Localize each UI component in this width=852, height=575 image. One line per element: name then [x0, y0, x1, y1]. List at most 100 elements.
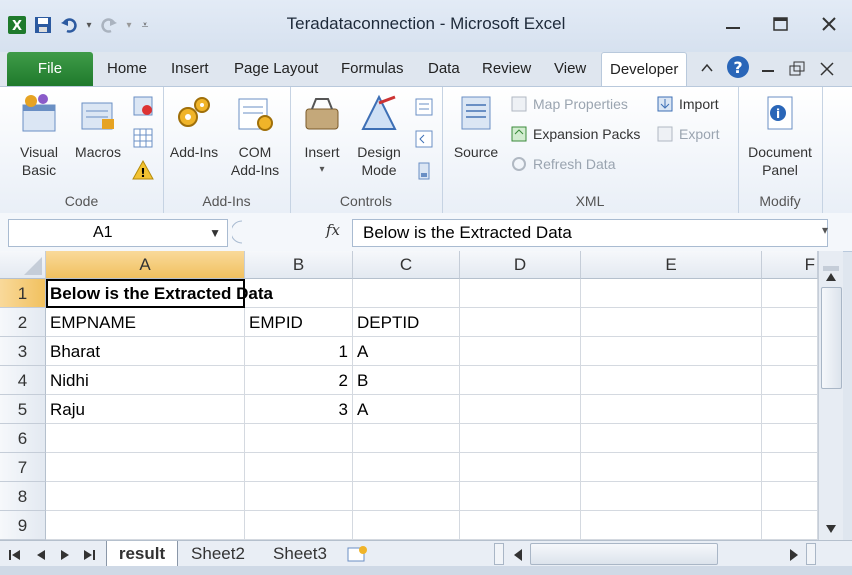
chevron-down-icon[interactable]: ▼: [209, 220, 221, 246]
grid-cell[interactable]: [46, 511, 245, 540]
sheet-tab-result[interactable]: result: [106, 541, 178, 566]
formula-bar-resize-handle[interactable]: [230, 219, 246, 249]
row-header-3[interactable]: 3: [0, 337, 46, 366]
expansion-packs-button[interactable]: Expansion Packs: [510, 125, 640, 143]
grid-cell[interactable]: [460, 482, 581, 511]
visual-basic-button[interactable]: Visual Basic: [10, 93, 68, 179]
grid-cell[interactable]: [762, 395, 818, 424]
cell-b3[interactable]: 1: [245, 337, 353, 366]
sheet-tab-sheet2[interactable]: Sheet2: [180, 541, 256, 566]
close-icon[interactable]: [816, 12, 842, 36]
row-header-9[interactable]: 9: [0, 511, 46, 540]
insert-worksheet-icon[interactable]: [344, 544, 370, 568]
row-header-8[interactable]: 8: [0, 482, 46, 511]
grid-cell[interactable]: [762, 337, 818, 366]
macro-security-icon[interactable]: !: [132, 159, 154, 185]
cell-a2[interactable]: EMPNAME: [46, 308, 245, 337]
chevron-down-icon[interactable]: [825, 519, 837, 538]
vertical-scrollbar[interactable]: [818, 251, 843, 540]
formula-input[interactable]: Below is the Extracted Data: [352, 219, 828, 247]
grid-cell[interactable]: [353, 482, 460, 511]
grid-cell[interactable]: [245, 482, 353, 511]
tab-formulas[interactable]: Formulas: [341, 52, 404, 86]
grid-cell[interactable]: [46, 482, 245, 511]
document-panel-button[interactable]: i Document Panel: [740, 93, 820, 179]
tab-data[interactable]: Data: [428, 52, 460, 86]
grid-cell[interactable]: [353, 511, 460, 540]
tab-view[interactable]: View: [554, 52, 586, 86]
cell-c3[interactable]: A: [353, 337, 460, 366]
import-button[interactable]: Import: [656, 95, 719, 113]
cell-c4[interactable]: B: [353, 366, 460, 395]
cell-b4[interactable]: 2: [245, 366, 353, 395]
scroll-left-icon[interactable]: [512, 547, 524, 566]
design-mode-button[interactable]: Design Mode: [352, 93, 406, 179]
grid-cell[interactable]: [762, 308, 818, 337]
column-header-a[interactable]: A: [46, 251, 245, 279]
row-header-7[interactable]: 7: [0, 453, 46, 482]
column-header-d[interactable]: D: [460, 251, 581, 279]
grid-cell[interactable]: [581, 308, 762, 337]
source-button[interactable]: Source: [448, 93, 504, 161]
row-header-1[interactable]: 1: [0, 279, 46, 308]
cell-a5[interactable]: Raju: [46, 395, 245, 424]
previous-sheet-icon[interactable]: [34, 547, 48, 566]
grid-cell[interactable]: [460, 337, 581, 366]
select-all-corner[interactable]: [0, 251, 46, 279]
minimize-icon[interactable]: [720, 12, 746, 36]
grid-cell[interactable]: [460, 308, 581, 337]
grid-cell[interactable]: [460, 511, 581, 540]
row-header-5[interactable]: 5: [0, 395, 46, 424]
tab-file[interactable]: File: [7, 52, 93, 86]
cell-c2[interactable]: DEPTID: [353, 308, 460, 337]
grid-cell[interactable]: [460, 424, 581, 453]
grid-cell[interactable]: [762, 366, 818, 395]
grid-cell[interactable]: [581, 395, 762, 424]
first-sheet-icon[interactable]: [8, 547, 22, 566]
scrollbar-thumb[interactable]: [821, 287, 842, 389]
grid-cell[interactable]: [581, 337, 762, 366]
row-header-4[interactable]: 4: [0, 366, 46, 395]
grid-cell[interactable]: [460, 279, 581, 308]
help-icon[interactable]: ?: [726, 55, 750, 83]
scroll-right-icon[interactable]: [788, 547, 800, 566]
cell-c5[interactable]: A: [353, 395, 460, 424]
grid-cell[interactable]: [460, 395, 581, 424]
record-macro-icon[interactable]: [132, 95, 154, 121]
tab-developer[interactable]: Developer: [601, 52, 688, 86]
add-ins-button[interactable]: Add-Ins: [165, 93, 223, 161]
grid-cell[interactable]: [762, 453, 818, 482]
tab-review[interactable]: Review: [482, 52, 531, 86]
run-dialog-icon[interactable]: [414, 161, 434, 185]
cell-a3[interactable]: Bharat: [46, 337, 245, 366]
grid-cell[interactable]: [762, 424, 818, 453]
expand-formula-bar-icon[interactable]: ▾: [822, 223, 828, 237]
column-header-f[interactable]: F: [762, 251, 818, 279]
next-sheet-icon[interactable]: [58, 547, 72, 566]
cell-b2[interactable]: EMPID: [245, 308, 353, 337]
grid-cell[interactable]: [460, 453, 581, 482]
grid-cell[interactable]: [581, 453, 762, 482]
grid-cell[interactable]: [245, 511, 353, 540]
sheet-tab-sheet3[interactable]: Sheet3: [262, 541, 338, 566]
macros-button[interactable]: Macros: [70, 93, 126, 161]
grid-cell[interactable]: [353, 453, 460, 482]
name-box[interactable]: A1 ▼: [8, 219, 228, 247]
cell-b5[interactable]: 3: [245, 395, 353, 424]
minimize-ribbon-icon[interactable]: [700, 60, 714, 79]
properties-icon[interactable]: [414, 97, 434, 121]
column-header-b[interactable]: B: [245, 251, 353, 279]
grid-cell[interactable]: [762, 482, 818, 511]
insert-function-icon[interactable]: fx: [326, 221, 340, 239]
grid-cell[interactable]: [353, 424, 460, 453]
grid-cell[interactable]: [581, 366, 762, 395]
last-sheet-icon[interactable]: [82, 547, 96, 566]
cell-c1[interactable]: [353, 279, 460, 308]
tab-page-layout[interactable]: Page Layout: [234, 52, 318, 86]
grid-cell[interactable]: [762, 279, 818, 308]
tab-split-handle[interactable]: [494, 543, 504, 565]
horizontal-scrollbar-thumb[interactable]: [530, 543, 718, 565]
cell-a1[interactable]: Below is the Extracted Data: [46, 279, 273, 308]
grid-cell[interactable]: [245, 424, 353, 453]
grid-cell[interactable]: [245, 453, 353, 482]
